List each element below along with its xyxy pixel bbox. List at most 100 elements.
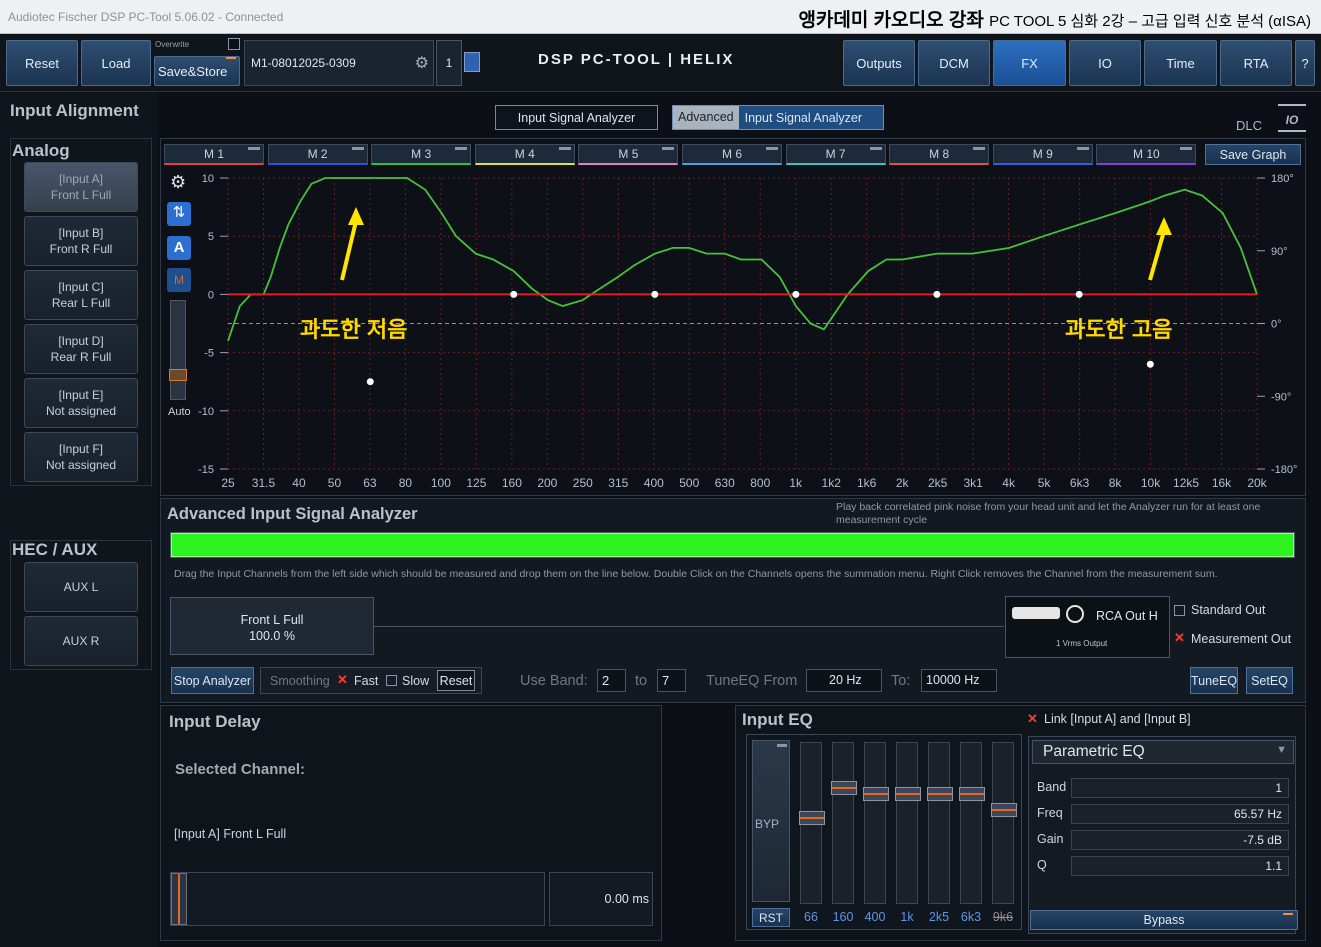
band-label: Band (1037, 780, 1067, 794)
eq-fader-handle[interactable] (799, 811, 825, 825)
tuneeq-button[interactable]: TuneEQ (1190, 667, 1238, 694)
eq-band-label[interactable]: 1k (890, 910, 924, 924)
y-tick-label: -10 (198, 406, 214, 418)
preset-settings-icon[interactable]: ⚙ (415, 53, 429, 73)
save-store-button[interactable]: Save&Store (154, 56, 240, 86)
m-tab-7[interactable]: M 7 (785, 144, 886, 165)
slow-checkbox[interactable] (386, 675, 397, 686)
channel-input-a[interactable]: [Input A] Front L Full (24, 162, 138, 212)
eq-band-label[interactable]: 66 (794, 910, 828, 924)
eq-bypass-button[interactable]: Bypass (1030, 910, 1298, 930)
stop-analyzer-button[interactable]: Stop Analyzer (171, 667, 254, 694)
channel-input-e[interactable]: [Input E] Not assigned (24, 378, 138, 428)
nav-fx[interactable]: FX (993, 40, 1066, 86)
m-tab-5[interactable]: M 5 (578, 144, 679, 165)
help-button[interactable]: ? (1295, 40, 1315, 86)
eq-fader-handle[interactable] (927, 787, 953, 801)
io-icon[interactable]: IO (1278, 104, 1306, 132)
load-button[interactable]: Load (81, 40, 151, 86)
eq-band-label[interactable]: 400 (858, 910, 892, 924)
measurement-out-checkbox[interactable]: ✕ (1174, 631, 1185, 644)
band-field[interactable]: 1 (1071, 778, 1289, 798)
link-label: Link [Input A] and [Input B] (1044, 712, 1191, 726)
tune-to-field[interactable]: 10000 Hz (921, 669, 997, 692)
fast-checkbox[interactable]: ✕ (337, 672, 348, 688)
channel-input-f[interactable]: [Input F] Not assigned (24, 432, 138, 482)
channel-aux-r[interactable]: AUX R (24, 616, 138, 666)
eq-band-label[interactable]: 2k5 (922, 910, 956, 924)
annotation-high: 과도한 고음 (1065, 317, 1173, 342)
nav-outputs[interactable]: Outputs (843, 40, 915, 86)
x-tick-label: 125 (466, 476, 486, 490)
x-tick-label: 250 (573, 476, 593, 490)
x-tick-label: 1k6 (857, 476, 877, 490)
nav-rta[interactable]: RTA (1220, 40, 1292, 86)
y-right-tick-label: 90° (1271, 246, 1288, 258)
x-tick-label: 40 (292, 476, 306, 490)
eq-fader-2[interactable] (831, 742, 857, 904)
freq-field[interactable]: 65.57 Hz (1071, 804, 1289, 824)
preset-name-field[interactable]: M1-08012025-0309 ⚙ (244, 40, 434, 86)
delay-slider-handle[interactable] (171, 873, 187, 925)
channel-aux-l[interactable]: AUX L (24, 562, 138, 612)
eq-fader-handle[interactable] (863, 787, 889, 801)
channel-input-b[interactable]: [Input B] Front R Full (24, 216, 138, 266)
tune-from-field[interactable]: 20 Hz (806, 669, 882, 692)
eq-fader-handle[interactable] (959, 787, 985, 801)
eq-fader-handle[interactable] (991, 803, 1017, 817)
m-tab-2[interactable]: M 2 (267, 144, 368, 165)
x-tick-label: 12k5 (1173, 476, 1199, 490)
m-tab-6[interactable]: M 6 (682, 144, 782, 165)
dlc-icon[interactable]: DLC (1233, 104, 1265, 133)
m-tab-4[interactable]: M 4 (474, 144, 575, 165)
eq-fader-handle[interactable] (831, 781, 857, 795)
overwrite-checkbox[interactable] (228, 38, 240, 50)
band-to-stepper[interactable]: 7 (657, 669, 686, 692)
eq-fader-5[interactable] (927, 742, 953, 904)
eq-type-select[interactable]: Parametric EQ ▼ (1032, 740, 1294, 764)
eq-reset-button[interactable]: RST (752, 908, 790, 927)
y-right-tick-label: -180° (1271, 464, 1297, 476)
eq-fader-3[interactable] (863, 742, 889, 904)
link-checkbox[interactable]: ✕ (1027, 711, 1038, 727)
band-from-stepper[interactable]: 2 (597, 669, 626, 692)
annotation-low: 과도한 저음 (300, 317, 408, 342)
channel-input-d[interactable]: [Input D] Rear R Full (24, 324, 138, 374)
eq-fader-6[interactable] (959, 742, 985, 904)
x-tick-label: 1k2 (822, 476, 842, 490)
eq-fader-1[interactable] (799, 742, 825, 904)
bypass-all-button[interactable]: BYP (752, 740, 790, 902)
x-tick-label: 630 (715, 476, 735, 490)
reset-button[interactable]: Reset (6, 40, 78, 86)
m-tab-10[interactable]: M 10 (1096, 144, 1197, 165)
signal-source-box[interactable]: RCA Out H 1 Vrms Output (1005, 596, 1170, 658)
standard-out-checkbox[interactable] (1174, 605, 1185, 616)
q-field[interactable]: 1.1 (1071, 856, 1289, 876)
channel-input-c[interactable]: [Input C] Rear L Full (24, 270, 138, 320)
nav-io[interactable]: IO (1069, 40, 1141, 86)
m-tab-8[interactable]: M 8 (889, 144, 990, 165)
smoothing-reset-button[interactable]: Reset (437, 670, 475, 691)
gain-field[interactable]: -7.5 dB (1071, 830, 1289, 850)
y-tick-label: -5 (204, 348, 214, 360)
m-tab-1[interactable]: M 1 (164, 144, 264, 165)
edit-icon[interactable] (464, 52, 480, 72)
tab-advanced-input-signal-analyzer[interactable]: Advanced Input Signal Analyzer (672, 105, 884, 130)
eq-band-label[interactable]: 160 (826, 910, 860, 924)
m-tab-9[interactable]: M 9 (992, 144, 1093, 165)
m-tab-3[interactable]: M 3 (371, 144, 472, 165)
tab-input-signal-analyzer[interactable]: Input Signal Analyzer (495, 105, 658, 130)
nav-time[interactable]: Time (1144, 40, 1217, 86)
rca-socket-icon (1066, 605, 1084, 623)
delay-slider[interactable] (170, 872, 545, 926)
save-graph-button[interactable]: Save Graph (1205, 144, 1301, 165)
eq-fader-7[interactable] (991, 742, 1017, 904)
eq-fader-handle[interactable] (895, 787, 921, 801)
eq-band-label[interactable]: 6k3 (954, 910, 988, 924)
fast-label: Fast (354, 674, 379, 688)
eq-fader-4[interactable] (895, 742, 921, 904)
nav-dcm[interactable]: DCM (918, 40, 990, 86)
seteq-button[interactable]: SetEQ (1246, 667, 1293, 694)
measured-channel-chip[interactable]: Front L Full 100.0 % (170, 597, 374, 655)
eq-band-label[interactable]: 9k6 (986, 910, 1020, 924)
